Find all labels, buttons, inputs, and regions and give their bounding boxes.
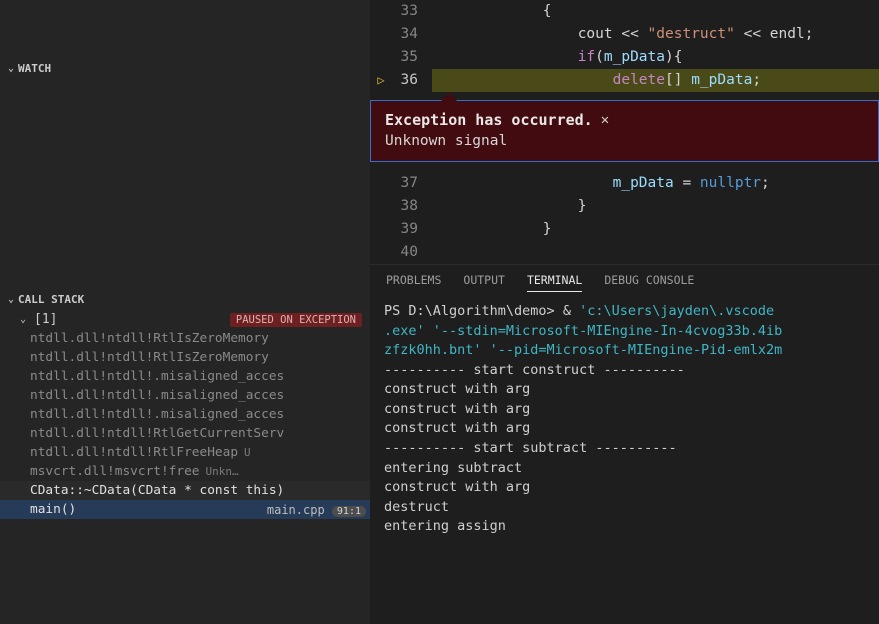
exception-popup: Exception has occurred. ✕ Unknown signal — [370, 100, 879, 162]
stack-frame[interactable]: ntdll.dll!ntdll!RtlFreeHeapU — [0, 443, 370, 462]
code-line[interactable]: 35 if(m_pData){ — [370, 46, 879, 69]
exception-title: Exception has occurred. — [385, 111, 593, 129]
callstack-section-label: CALL STACK — [18, 293, 84, 306]
chevron-down-icon: ⌄ — [8, 294, 14, 305]
bottom-panel: PROBLEMS OUTPUT TERMINAL DEBUG CONSOLE P… — [370, 264, 879, 624]
code-line[interactable]: 40 — [370, 241, 879, 264]
stack-frame[interactable]: msvcrt.dll!msvcrt!freeUnkn… — [0, 462, 370, 481]
callstack-section-header[interactable]: ⌄ CALL STACK — [0, 289, 370, 310]
close-icon[interactable]: ✕ — [601, 112, 609, 128]
thread-row[interactable]: ⌄ [1] PAUSED ON EXCEPTION — [0, 310, 370, 329]
code-line[interactable]: 37 m_pData = nullptr; — [370, 172, 879, 195]
stack-frame[interactable]: ntdll.dll!ntdll!RtlGetCurrentServ — [0, 424, 370, 443]
code-line[interactable]: ▷36 delete[] m_pData; — [370, 69, 879, 92]
stack-frame[interactable]: CData::~CData(CData * const this) — [0, 481, 370, 500]
stack-frame[interactable]: ntdll.dll!ntdll!.misaligned_acces — [0, 386, 370, 405]
tab-terminal[interactable]: TERMINAL — [527, 273, 582, 292]
tab-debug-console[interactable]: DEBUG CONSOLE — [604, 273, 694, 292]
watch-section-label: WATCH — [18, 62, 51, 75]
paused-on-exception-badge: PAUSED ON EXCEPTION — [230, 313, 362, 327]
chevron-down-icon: ⌄ — [8, 63, 14, 74]
code-line[interactable]: 39 } — [370, 218, 879, 241]
callstack-body: ⌄ [1] PAUSED ON EXCEPTION ntdll.dll!ntdl… — [0, 310, 370, 624]
editor-area: 33 {34 cout << "destruct" << endl;35 if(… — [370, 0, 879, 624]
stack-frame[interactable]: ntdll.dll!ntdll!.misaligned_acces — [0, 405, 370, 424]
stack-frame[interactable]: ntdll.dll!ntdll!RtlIsZeroMemory — [0, 348, 370, 367]
thread-name: [1] — [34, 312, 57, 327]
stack-frame[interactable]: ntdll.dll!ntdll!RtlIsZeroMemory — [0, 329, 370, 348]
watch-body — [0, 79, 370, 289]
tab-output[interactable]: OUTPUT — [463, 273, 505, 292]
chevron-down-icon: ⌄ — [20, 314, 26, 325]
stack-frame[interactable]: main()main.cpp 91:1 — [0, 500, 370, 519]
exception-message: Unknown signal — [385, 133, 864, 149]
code-line[interactable]: 34 cout << "destruct" << endl; — [370, 23, 879, 46]
code-line[interactable]: 38 } — [370, 195, 879, 218]
tab-problems[interactable]: PROBLEMS — [386, 273, 441, 292]
panel-tabs: PROBLEMS OUTPUT TERMINAL DEBUG CONSOLE — [370, 265, 879, 298]
debug-sidebar: ⌄ WATCH ⌄ CALL STACK ⌄ [1] PAUSED ON EXC… — [0, 0, 370, 624]
code-line[interactable]: 33 { — [370, 0, 879, 23]
current-line-icon: ▷ — [377, 69, 384, 92]
stack-frame[interactable]: ntdll.dll!ntdll!.misaligned_acces — [0, 367, 370, 386]
terminal-view[interactable]: PS D:\Algorithm\demo> & 'c:\Users\jayden… — [370, 298, 879, 624]
watch-section-header[interactable]: ⌄ WATCH — [0, 58, 370, 79]
code-editor[interactable]: 33 {34 cout << "destruct" << endl;35 if(… — [370, 0, 879, 264]
